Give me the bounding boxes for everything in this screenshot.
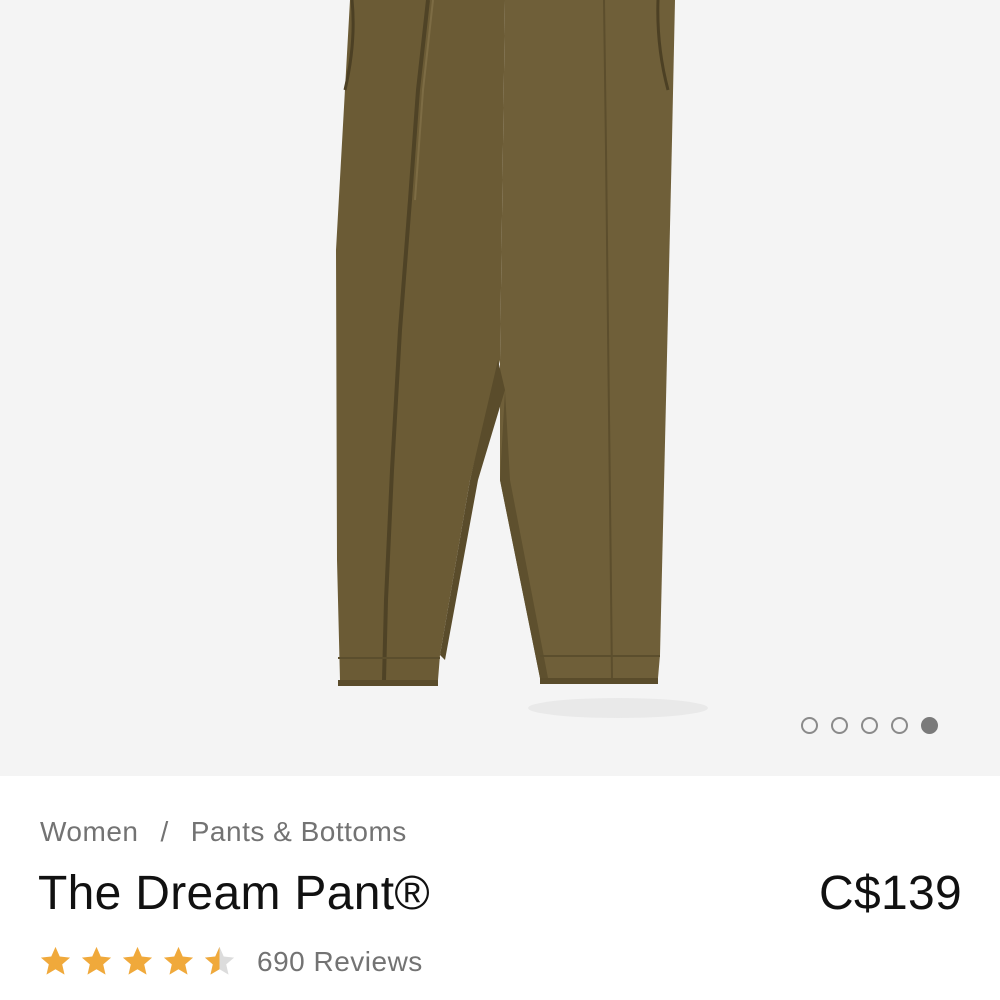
breadcrumb-link-pants-bottoms[interactable]: Pants & Bottoms (191, 816, 407, 848)
rating-summary[interactable]: 690 Reviews (38, 944, 423, 979)
star-icon (81, 946, 112, 975)
image-carousel-dots (801, 717, 938, 734)
product-info: Women / Pants & Bottoms The Dream Pant® … (0, 776, 1000, 1000)
star-icon (163, 946, 194, 975)
product-image (336, 0, 708, 718)
star-icon (122, 946, 153, 975)
breadcrumb: Women / Pants & Bottoms (40, 816, 407, 848)
breadcrumb-separator: / (160, 816, 169, 847)
carousel-dot-1[interactable] (801, 717, 818, 734)
carousel-dot-2[interactable] (831, 717, 848, 734)
star-rating (38, 944, 237, 979)
product-title: The Dream Pant® (38, 867, 431, 920)
carousel-dot-4[interactable] (891, 717, 908, 734)
reviews-link[interactable]: 690 Reviews (257, 946, 423, 978)
product-price: C$139 (819, 867, 962, 920)
product-image-gallery[interactable] (0, 0, 1000, 776)
carousel-dot-3[interactable] (861, 717, 878, 734)
star-icon (40, 946, 71, 975)
carousel-dot-5[interactable] (921, 717, 938, 734)
half-star-icon (204, 946, 235, 975)
breadcrumb-link-women[interactable]: Women (40, 816, 138, 848)
